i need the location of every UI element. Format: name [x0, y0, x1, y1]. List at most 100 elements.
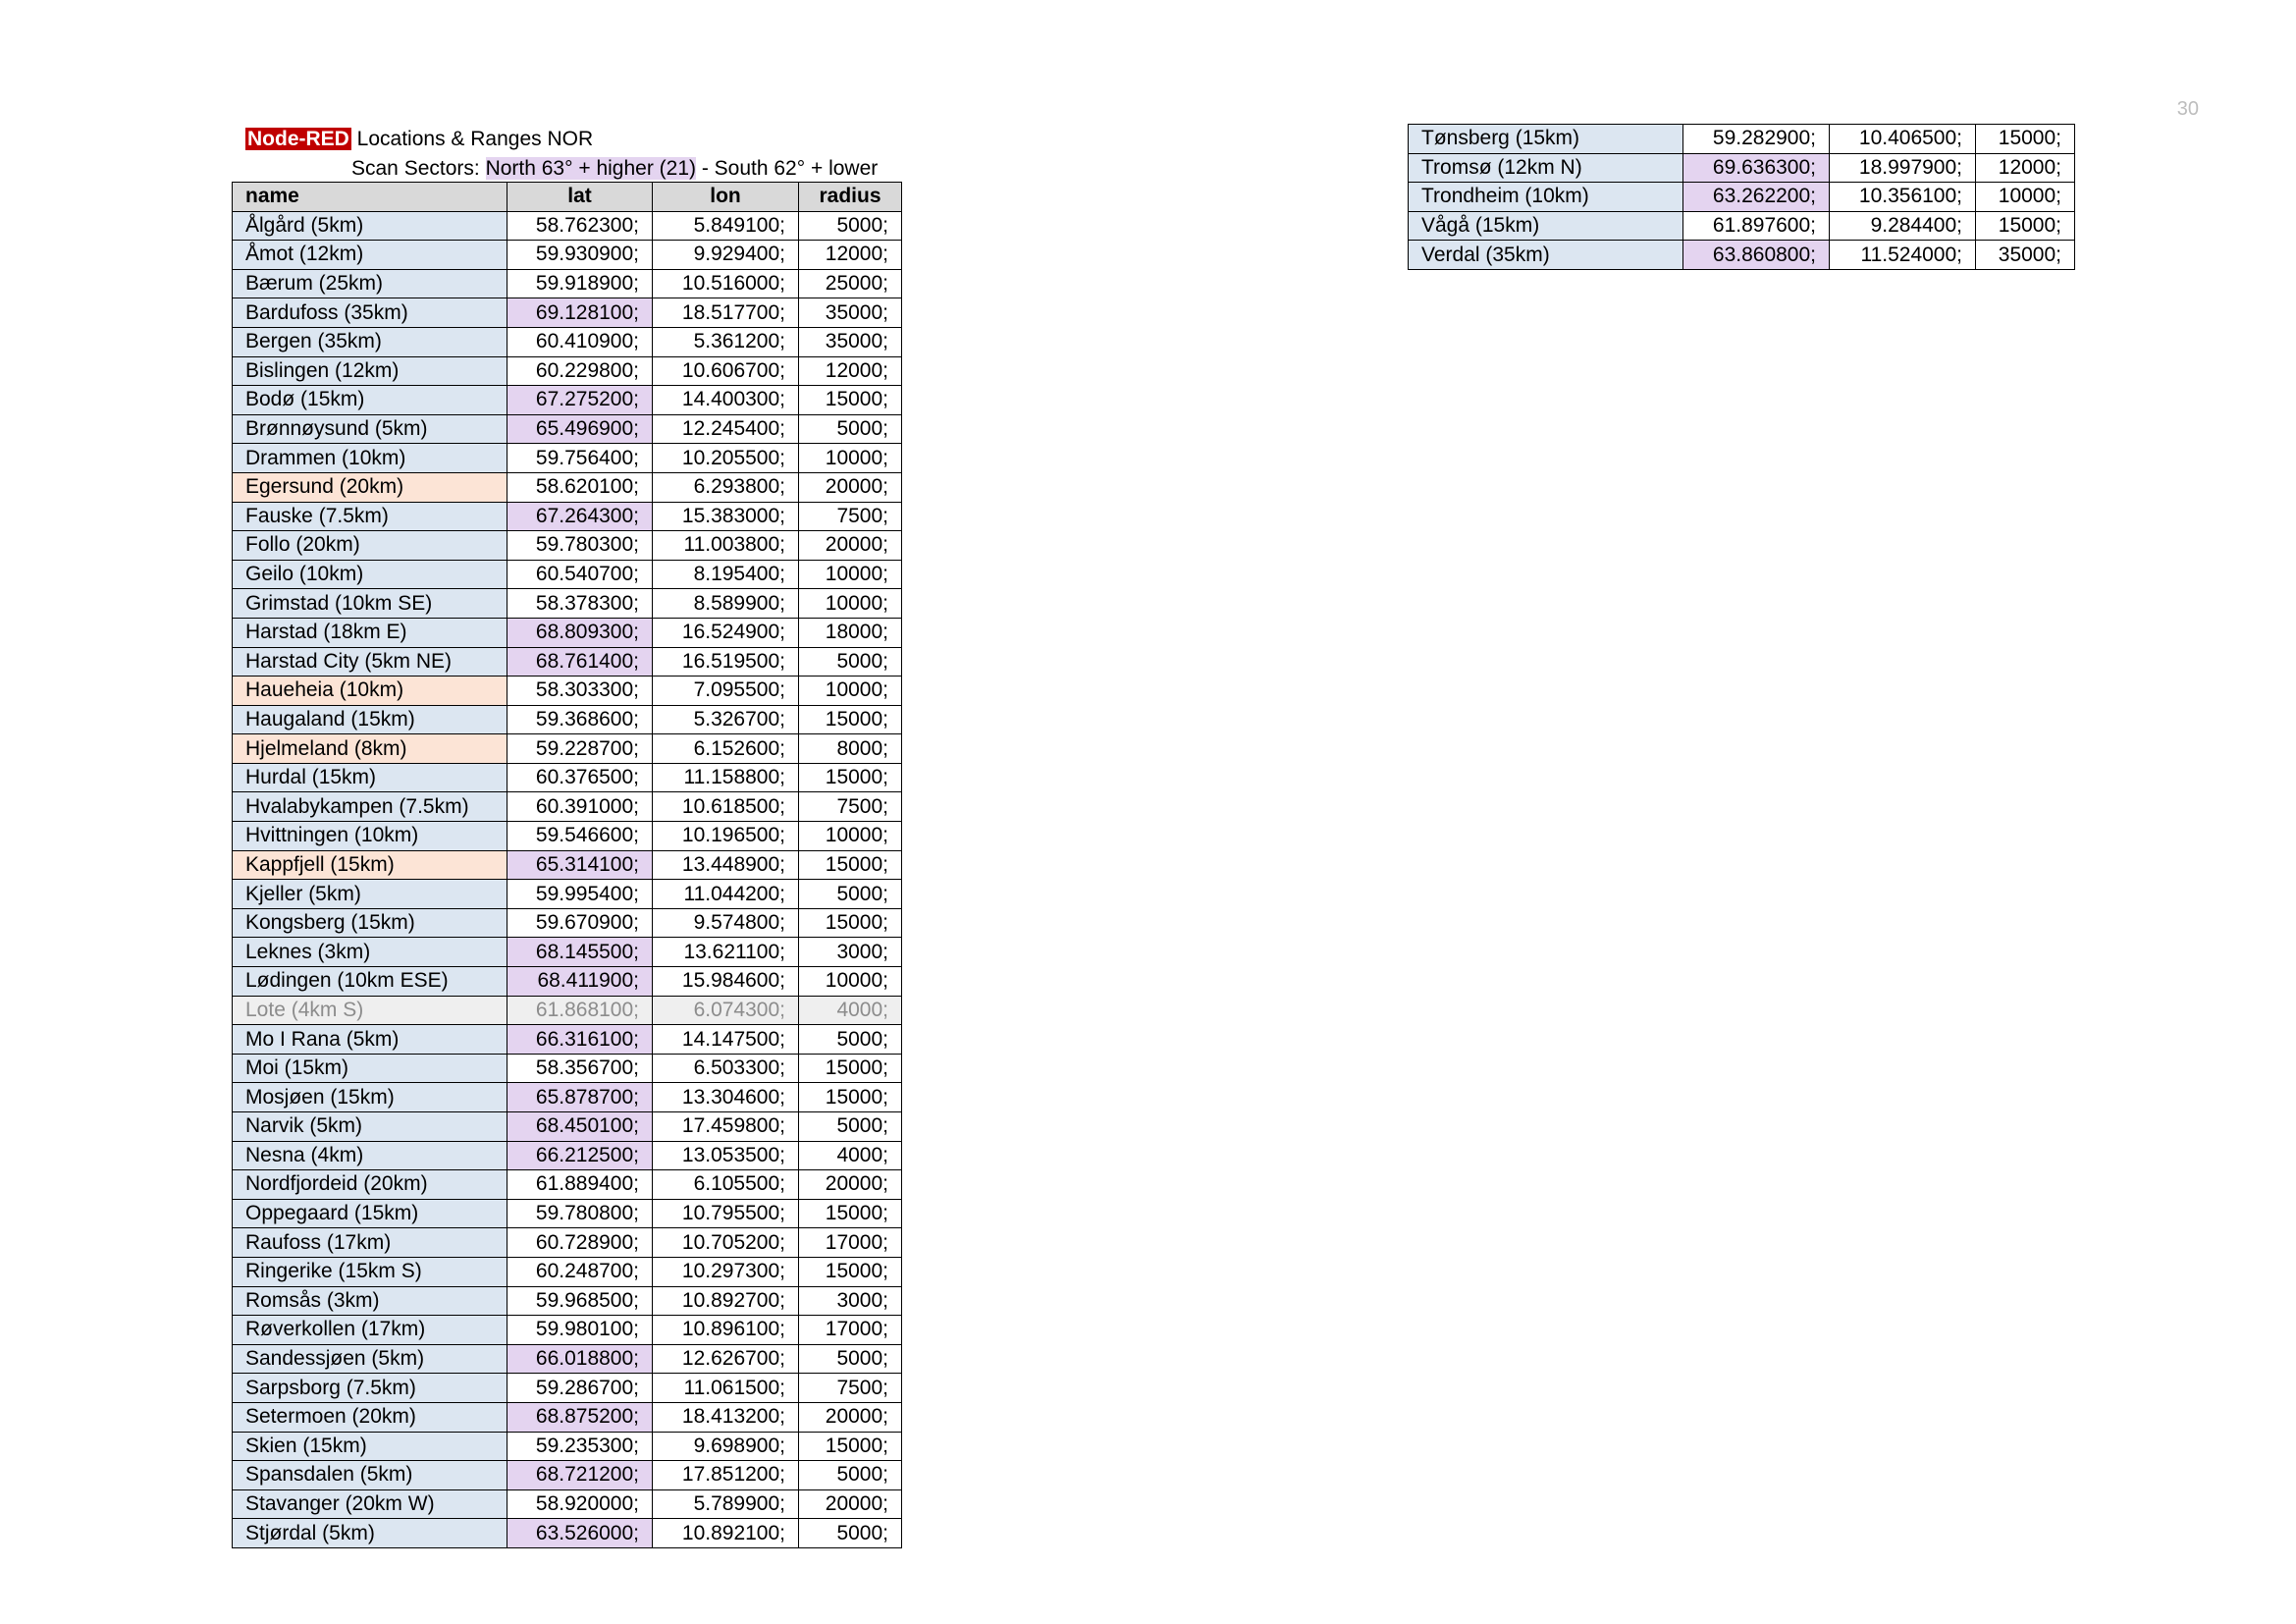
radius-cell: 12000;	[1975, 152, 2075, 184]
location-name-cell: Nesna (4km)	[232, 1140, 507, 1171]
radius-cell: 5000;	[798, 1024, 902, 1055]
location-name-cell: Romsås (3km)	[232, 1285, 507, 1317]
location-name-cell: Hurdal (15km)	[232, 762, 507, 793]
location-name-cell: Hvalabykampen (7.5km)	[232, 791, 507, 823]
latitude-cell: 58.920000;	[507, 1489, 653, 1520]
longitude-cell: 11.524000;	[1829, 240, 1976, 270]
longitude-cell: 11.044200;	[652, 879, 799, 909]
radius-cell: 5000;	[798, 210, 902, 242]
latitude-cell: 59.918900;	[507, 268, 653, 299]
longitude-cell: 10.892100;	[652, 1518, 799, 1548]
location-name-cell: Trondheim (10km)	[1408, 182, 1683, 212]
table-row: Stavanger (20km W) 58.920000; 5.789900; 200…	[232, 1489, 902, 1520]
radius-cell: 5000;	[798, 1343, 902, 1375]
radius-cell: 10000;	[798, 443, 902, 473]
longitude-cell: 13.448900;	[652, 849, 799, 881]
table-row: Leknes (3km) 68.145500; 13.621100; 3000;	[232, 937, 902, 968]
table-row: Hvalabykampen (7.5km) 60.391000; 10.618500…	[232, 791, 902, 823]
latitude-cell: 68.875200;	[507, 1401, 653, 1433]
latitude-cell: 60.728900;	[507, 1227, 653, 1258]
longitude-cell: 10.196500;	[652, 821, 799, 851]
latitude-cell: 59.670900;	[507, 907, 653, 939]
location-name-cell: Haugaland (15km)	[232, 704, 507, 735]
location-name-cell: Nordfjordeid (20km)	[232, 1169, 507, 1200]
radius-cell: 10000;	[798, 588, 902, 619]
longitude-cell: 18.517700;	[652, 298, 799, 328]
location-name-cell: Tromsø (12km N)	[1408, 152, 1683, 184]
radius-cell: 35000;	[798, 298, 902, 328]
sector-north-label: North 63° + higher (21)	[485, 157, 696, 180]
longitude-cell: 6.503300;	[652, 1053, 799, 1084]
latitude-cell: 67.264300;	[507, 501, 653, 532]
longitude-cell: 6.293800;	[652, 471, 799, 503]
latitude-cell: 68.721200;	[507, 1460, 653, 1490]
table-row: Røverkollen (17km) 59.980100; 10.896100; 17…	[232, 1315, 902, 1345]
table-row: Bardufoss (35km) 69.128100; 18.517700; 3500…	[232, 298, 902, 328]
radius-cell: 7500;	[798, 501, 902, 532]
location-name-cell: Mo I Rana (5km)	[232, 1024, 507, 1055]
longitude-cell: 16.519500;	[652, 646, 799, 677]
longitude-cell: 13.053500;	[652, 1140, 799, 1171]
latitude-cell: 59.995400;	[507, 879, 653, 909]
radius-cell: 15000;	[798, 704, 902, 735]
table-row: Harstad (18km E) 68.809300; 16.524900; 1800…	[232, 617, 902, 648]
location-name-cell: Lote (4km S)	[232, 995, 507, 1026]
table-row: Åmot (12km) 59.930900; 9.929400; 12000;	[232, 240, 902, 270]
radius-cell: 15000;	[798, 1198, 902, 1229]
radius-cell: 15000;	[1975, 124, 2075, 154]
table-row: Mosjøen (15km) 65.878700; 13.304600; 15000;	[232, 1082, 902, 1112]
radius-cell: 20000;	[798, 1489, 902, 1520]
longitude-cell: 8.195400;	[652, 559, 799, 590]
radius-cell: 20000;	[798, 1401, 902, 1433]
table-row: Ringerike (15km S) 60.248700; 10.297300; 15…	[232, 1256, 902, 1287]
location-name-cell: Drammen (10km)	[232, 443, 507, 473]
radius-cell: 3000;	[798, 1285, 902, 1317]
table-row: Tromsø (12km N) 69.636300; 18.997900; 12000…	[1408, 152, 2075, 184]
longitude-cell: 10.205500;	[652, 443, 799, 473]
table-row: Geilo (10km) 60.540700; 8.195400; 10000;	[232, 559, 902, 590]
longitude-cell: 9.929400;	[652, 240, 799, 270]
radius-cell: 7500;	[798, 1373, 902, 1403]
latitude-cell: 60.391000;	[507, 791, 653, 823]
column-header-lat: lat	[507, 182, 653, 212]
sectors-prefix: Scan Sectors:	[351, 157, 486, 180]
document-title: Node-RED Locations & Ranges NOR	[245, 125, 593, 153]
table-row: Harstad City (5km NE) 68.761400; 16.519500…	[232, 646, 902, 677]
locations-table-continued-body: Tønsberg (15km) 59.282900; 10.406500; 15000…	[1408, 124, 2075, 270]
radius-cell: 18000;	[798, 617, 902, 648]
table-row: Kappfjell (15km) 65.314100; 13.448900; 1500…	[232, 849, 902, 881]
latitude-cell: 59.968500;	[507, 1285, 653, 1317]
location-name-cell: Kjeller (5km)	[232, 879, 507, 909]
longitude-cell: 10.705200;	[652, 1227, 799, 1258]
longitude-cell: 6.152600;	[652, 733, 799, 764]
table-row: Moi (15km) 58.356700; 6.503300; 15000;	[232, 1053, 902, 1084]
longitude-cell: 5.849100;	[652, 210, 799, 242]
latitude-cell: 59.282900;	[1682, 124, 1830, 154]
table-row: Nesna (4km) 66.212500; 13.053500; 4000;	[232, 1140, 902, 1171]
latitude-cell: 59.930900;	[507, 240, 653, 270]
longitude-cell: 8.589900;	[652, 588, 799, 619]
table-row: Haugaland (15km) 59.368600; 5.326700; 15000…	[232, 704, 902, 735]
table-row: Raufoss (17km) 60.728900; 10.705200; 17000;	[232, 1227, 902, 1258]
radius-cell: 15000;	[798, 1431, 902, 1462]
location-name-cell: Leknes (3km)	[232, 937, 507, 968]
latitude-cell: 59.780800;	[507, 1198, 653, 1229]
latitude-cell: 66.212500;	[507, 1140, 653, 1171]
longitude-cell: 18.413200;	[652, 1401, 799, 1433]
location-name-cell: Sandessjøen (5km)	[232, 1343, 507, 1375]
locations-table-continued: Tønsberg (15km) 59.282900; 10.406500; 15000…	[1408, 124, 2075, 270]
latitude-cell: 58.378300;	[507, 588, 653, 619]
table-row: Trondheim (10km) 63.262200; 10.356100; 1000…	[1408, 182, 2075, 212]
location-name-cell: Sarpsborg (7.5km)	[232, 1373, 507, 1403]
longitude-cell: 10.896100;	[652, 1315, 799, 1345]
latitude-cell: 61.889400;	[507, 1169, 653, 1200]
table-row: Romsås (3km) 59.968500; 10.892700; 3000;	[232, 1285, 902, 1317]
longitude-cell: 12.626700;	[652, 1343, 799, 1375]
table-row: Kjeller (5km) 59.995400; 11.044200; 5000;	[232, 879, 902, 909]
latitude-cell: 60.540700;	[507, 559, 653, 590]
location-name-cell: Grimstad (10km SE)	[232, 588, 507, 619]
radius-cell: 10000;	[798, 559, 902, 590]
table-row: Tønsberg (15km) 59.282900; 10.406500; 15000…	[1408, 124, 2075, 154]
location-name-cell: Bergen (35km)	[232, 326, 507, 357]
radius-cell: 15000;	[798, 1082, 902, 1112]
